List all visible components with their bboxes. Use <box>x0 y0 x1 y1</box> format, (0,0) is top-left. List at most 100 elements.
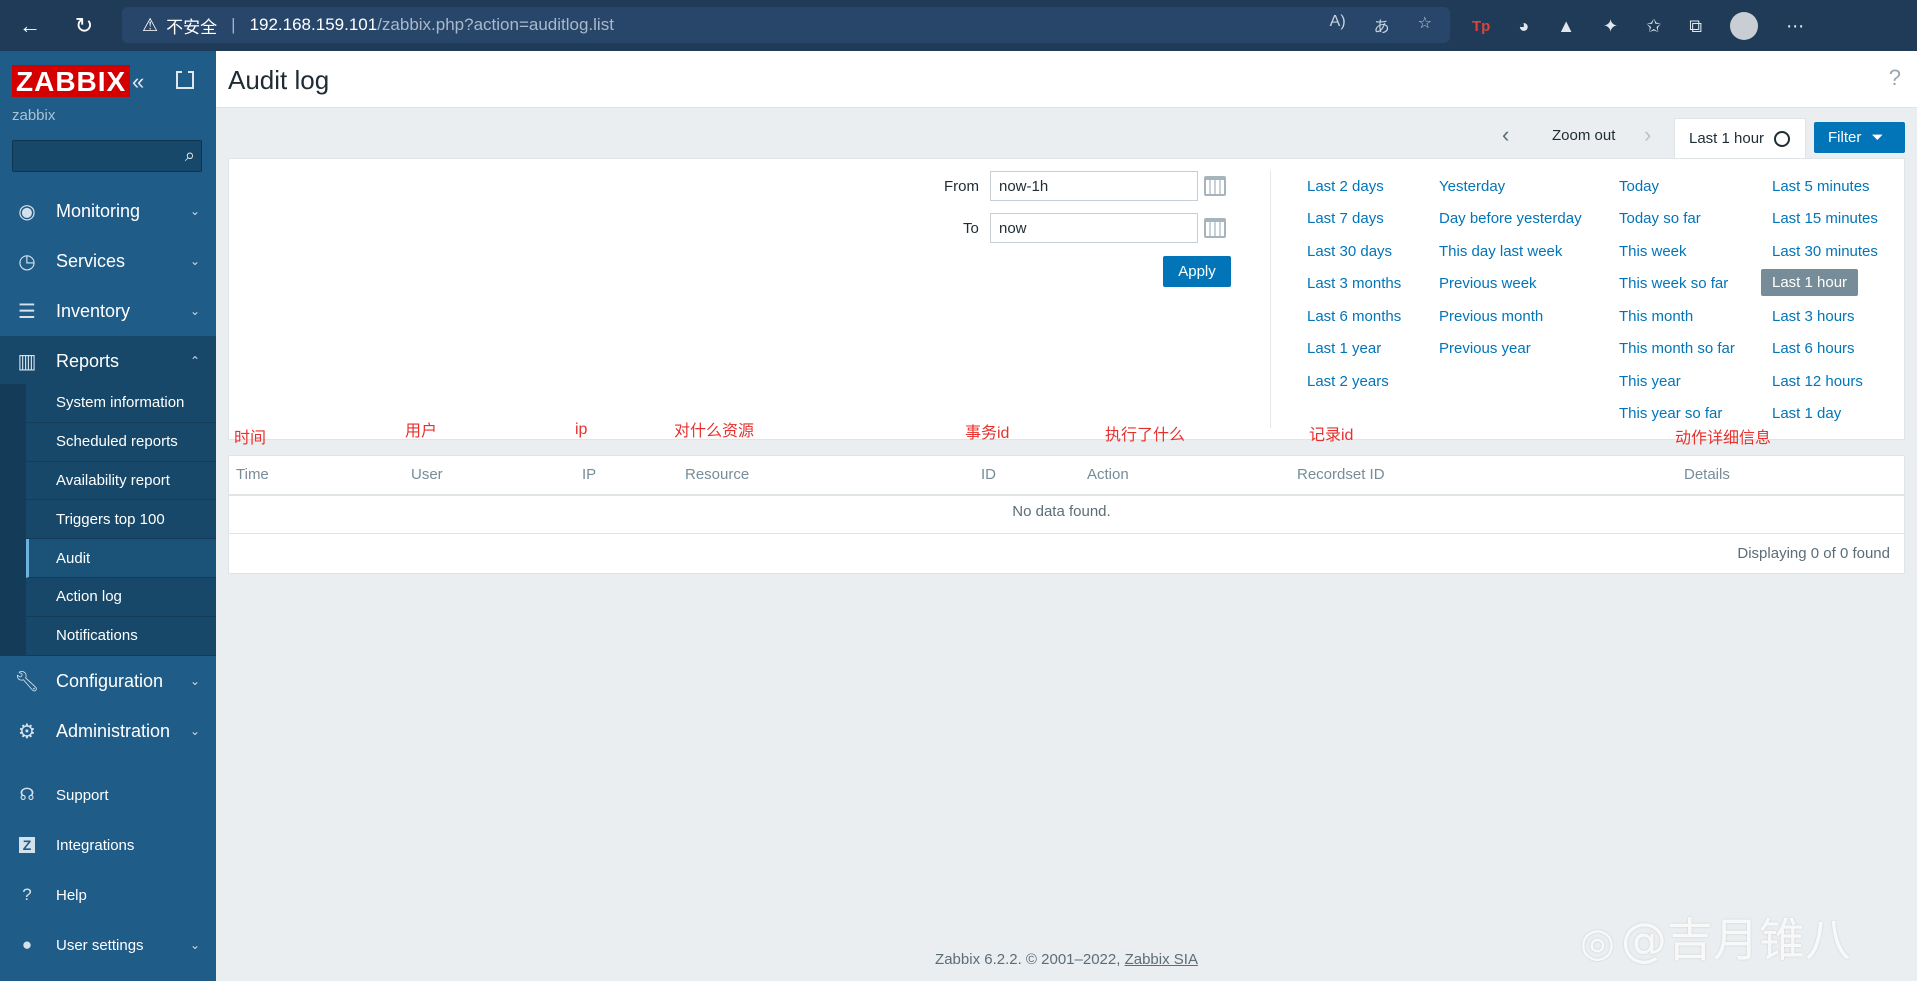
quick-range-link[interactable]: Last 6 hours <box>1772 340 1855 357</box>
footer-label: User settings <box>56 936 144 954</box>
submenu-audit[interactable]: Audit <box>26 539 216 578</box>
quick-range-link[interactable]: This year so far <box>1619 405 1722 422</box>
footer-label: Integrations <box>56 836 135 854</box>
column-header-action: Action <box>1087 466 1129 483</box>
search-input[interactable]: ⌕ <box>12 140 202 172</box>
zabbix-logo[interactable]: ZABBIX <box>12 65 131 97</box>
collections-icon[interactable]: ⧉ <box>1689 16 1702 37</box>
extension-mountain-icon[interactable]: ▲ <box>1557 16 1575 37</box>
table-header-divider <box>228 494 1905 496</box>
extension-tp-icon[interactable]: Tp <box>1472 18 1490 35</box>
chevron-right-icon[interactable]: › <box>1644 122 1651 148</box>
quick-range-link[interactable]: Last 30 days <box>1307 243 1392 260</box>
submenu-availability-report[interactable]: Availability report <box>26 462 216 501</box>
quick-range-link[interactable]: Last 1 year <box>1307 340 1381 357</box>
quick-range-link[interactable]: Today <box>1619 178 1659 195</box>
quick-range-link[interactable]: This month so far <box>1619 340 1735 357</box>
weibo-icon: ◎ <box>1580 920 1615 966</box>
kiosk-mode-icon[interactable] <box>176 71 194 89</box>
zoom-out-button[interactable]: Zoom out <box>1552 127 1615 144</box>
quick-range-link[interactable]: Last 5 minutes <box>1772 178 1870 195</box>
menu-configuration[interactable]: 🔧︎ Configuration ⌄ <box>0 656 216 706</box>
calendar-icon[interactable] <box>1204 218 1226 238</box>
quick-range-link[interactable]: Last 2 days <box>1307 178 1384 195</box>
quick-range-link[interactable]: This year <box>1619 373 1681 390</box>
quick-range-link[interactable]: Last 2 years <box>1307 373 1389 390</box>
translate-icon[interactable]: あ <box>1374 13 1390 37</box>
quick-range-link[interactable]: Previous month <box>1439 308 1543 325</box>
bar-chart-icon: ▥ <box>17 350 37 373</box>
quick-range-link[interactable]: Yesterday <box>1439 178 1505 195</box>
headset-icon: ☊ <box>19 785 35 804</box>
stopwatch-icon: ◷ <box>18 250 36 273</box>
quick-range-link[interactable]: Last 7 days <box>1307 210 1384 227</box>
column-header-details: Details <box>1684 466 1730 483</box>
quick-range-link[interactable]: This day last week <box>1439 243 1562 260</box>
calendar-icon[interactable] <box>1204 176 1226 196</box>
address-bar[interactable]: ⚠ 不安全 | 192.168.159.101/zabbix.php?actio… <box>122 7 1450 43</box>
menu-administration[interactable]: ⚙ Administration ⌄ <box>0 706 216 756</box>
submenu-system-information[interactable]: System information <box>26 384 216 423</box>
column-header-recordset-id: Recordset ID <box>1297 466 1385 483</box>
help-icon[interactable]: ? <box>1889 65 1901 91</box>
quick-range-link[interactable]: Last 3 hours <box>1772 308 1855 325</box>
submenu-action-log[interactable]: Action log <box>26 578 216 617</box>
quick-range-link[interactable]: Previous week <box>1439 275 1537 292</box>
collapse-sidebar-icon[interactable]: « <box>132 69 144 95</box>
chevron-down-icon: ⌄ <box>189 674 200 688</box>
quick-range-link[interactable]: This week <box>1619 243 1687 260</box>
quick-range-link[interactable]: Previous year <box>1439 340 1531 357</box>
quick-range-link[interactable]: Last 15 minutes <box>1772 210 1878 227</box>
footer-support[interactable]: ☊ Support <box>0 775 216 815</box>
security-label: 不安全 <box>166 17 218 37</box>
zabbix-sia-link[interactable]: Zabbix SIA <box>1125 951 1198 968</box>
chevron-up-icon: ⌃ <box>189 354 200 368</box>
to-input[interactable]: now <box>990 213 1198 243</box>
annotation-resource: 对什么资源 <box>674 423 755 440</box>
quick-range-link[interactable]: This week so far <box>1619 275 1728 292</box>
menu-inventory[interactable]: ☰ Inventory ⌄ <box>0 286 216 336</box>
apply-button[interactable]: Apply <box>1163 256 1231 287</box>
quick-range-link[interactable]: This month <box>1619 308 1693 325</box>
extension-globe-icon[interactable]: ◕ <box>1518 16 1529 37</box>
footer-user-settings[interactable]: ● User settings ⌄ <box>0 925 216 965</box>
time-range-tab[interactable]: Last 1 hour <box>1674 118 1806 158</box>
search-icon[interactable]: ⌕ <box>185 145 195 166</box>
filter-tab-button[interactable]: Filter ⏷ <box>1814 122 1905 153</box>
reload-icon[interactable]: ↻ <box>68 10 100 42</box>
favorites-icon[interactable]: ✩ <box>1646 16 1661 37</box>
back-arrow-icon[interactable]: ← <box>14 10 46 42</box>
favorite-add-icon[interactable]: ☆ <box>1418 13 1432 37</box>
read-aloud-icon[interactable]: A) <box>1330 13 1346 37</box>
quick-range-link[interactable]: Last 12 hours <box>1772 373 1863 390</box>
quick-range-selected[interactable]: Last 1 hour <box>1761 269 1859 296</box>
menu-monitoring[interactable]: ◉ Monitoring ⌄ <box>0 186 216 236</box>
quick-range-link[interactable]: Last 6 months <box>1307 308 1401 325</box>
quick-range-link[interactable]: Last 1 day <box>1772 405 1841 422</box>
menu-services[interactable]: ◷ Services ⌄ <box>0 236 216 286</box>
paging-info: Displaying 0 of 0 found <box>1737 545 1890 562</box>
chevron-left-icon[interactable]: ‹ <box>1502 122 1509 148</box>
submenu-notifications[interactable]: Notifications <box>26 617 216 656</box>
footer-integrations[interactable]: Z Integrations <box>0 825 216 865</box>
url-host: 192.168.159.101 <box>249 15 378 34</box>
submenu-scheduled-reports[interactable]: Scheduled reports <box>26 423 216 462</box>
quick-range-link[interactable]: Last 30 minutes <box>1772 243 1878 260</box>
quick-range-link[interactable]: Today so far <box>1619 210 1701 227</box>
extensions-puzzle-icon[interactable]: ✦ <box>1603 16 1618 37</box>
column-header-id: ID <box>981 466 996 483</box>
menu-label: Administration <box>56 720 171 741</box>
from-label: From <box>944 178 979 195</box>
column-header-user: User <box>411 466 443 483</box>
annotation-ip: ip <box>575 421 588 438</box>
footer-label: Support <box>56 786 109 804</box>
menu-reports[interactable]: ▥ Reports ⌃ <box>0 336 216 386</box>
column-header-time[interactable]: Time <box>236 466 269 483</box>
quick-range-link[interactable]: Day before yesterday <box>1439 210 1582 227</box>
question-icon: ? <box>22 885 32 904</box>
footer-help[interactable]: ? Help <box>0 875 216 915</box>
quick-range-link[interactable]: Last 3 months <box>1307 275 1401 292</box>
more-menu-icon[interactable]: ⋯ <box>1786 16 1804 37</box>
from-input[interactable]: now-1h <box>990 171 1198 201</box>
avatar[interactable] <box>1730 12 1759 40</box>
